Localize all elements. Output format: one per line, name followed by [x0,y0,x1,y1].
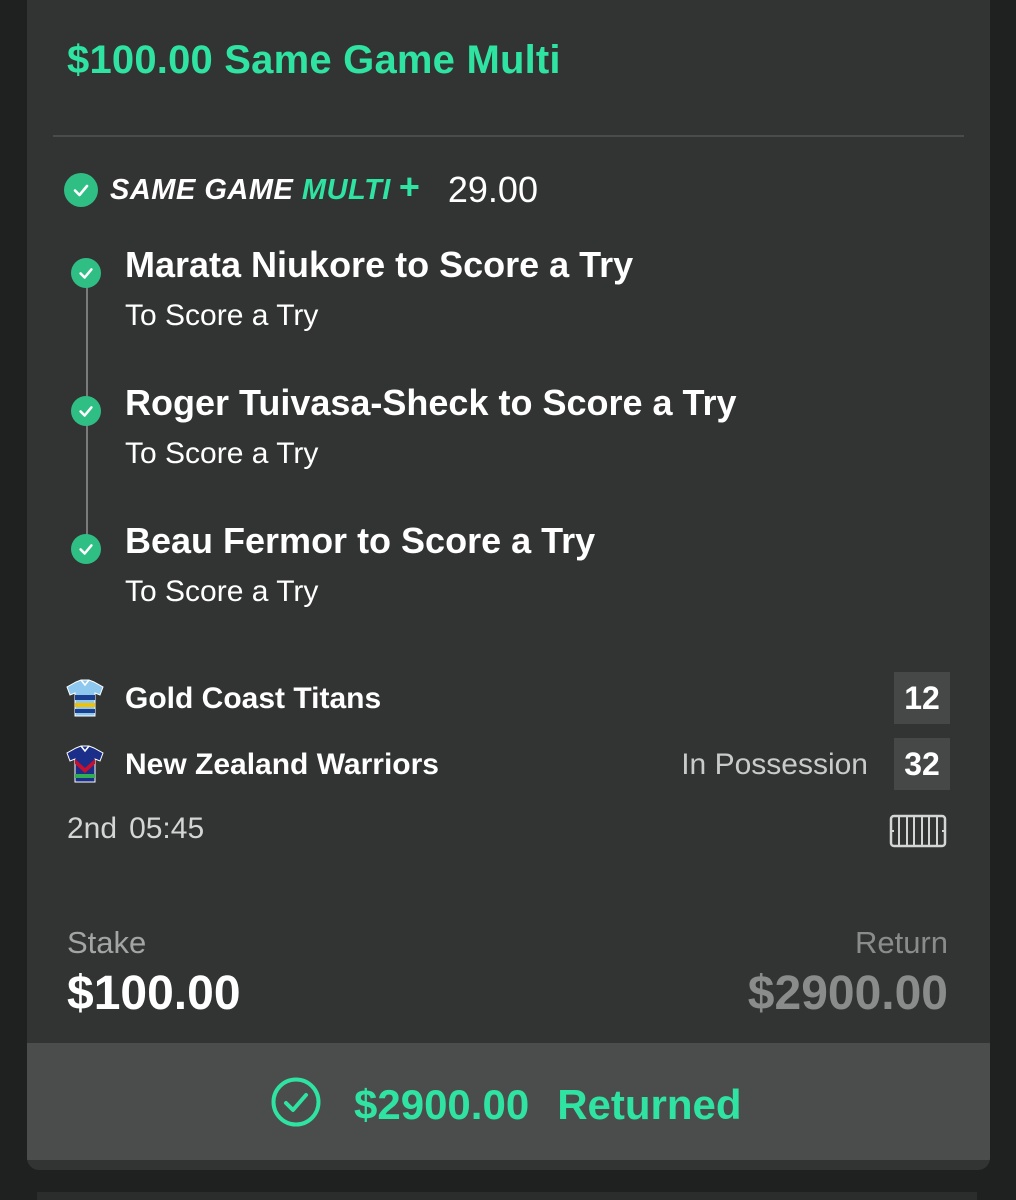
team-row-away: New Zealand Warriors In Possession 32 [65,738,950,790]
team-name: New Zealand Warriors [125,748,439,781]
leg-check-icon [71,258,101,288]
sgm-odds: 29.00 [447,169,538,210]
return-value: $2900.00 [747,967,948,1020]
team-row-home: Gold Coast Titans 12 [65,672,950,724]
bet-card: $100.00 Same Game Multi SAME GAME MULTI … [27,0,990,1170]
match-period: 2nd [67,812,118,845]
leg-market: To Score a Try [125,437,319,470]
returned-amount: $2900.00 [354,1080,530,1128]
divider [53,135,964,137]
team-score: 12 [894,672,950,724]
warriors-jersey-icon [65,744,105,784]
return-label: Return [854,925,948,960]
leg-check-icon [71,396,101,426]
leg-title: Roger Tuivasa-Sheck to Score a Try [125,382,737,423]
leg-title: Marata Niukore to Score a Try [125,244,634,285]
leg-check-icon [71,534,101,564]
leg-market: To Score a Try [125,575,319,608]
stake-label: Stake [67,925,147,960]
result-banner: $2900.00 Returned [27,1043,990,1160]
team-name: Gold Coast Titans [125,682,382,715]
leg-market: To Score a Try [125,299,319,332]
sgm-logo-prefix: SAME GAME [110,173,294,206]
field-icon[interactable] [889,814,947,848]
sgm-logo: SAME GAME MULTI [110,174,391,207]
titans-jersey-icon [65,678,105,718]
team-score: 32 [894,738,950,790]
sgm-plus-icon: + [398,166,420,207]
possession-indicator: In Possession [681,748,868,781]
match-time: 05:45 [129,812,205,845]
sgm-logo-multi: MULTI [301,173,391,206]
result-content: $2900.00 Returned [270,1076,742,1133]
check-circle-icon [64,173,98,207]
bet-title[interactable]: $100.00 Same Game Multi [67,38,561,83]
stake-value: $100.00 [67,967,241,1020]
returned-status: Returned [557,1080,742,1128]
next-card-edge [37,1192,977,1200]
leg-title: Beau Fermor to Score a Try [125,520,596,561]
sgm-header: SAME GAME MULTI + 29.00 [64,168,538,212]
returned-check-icon [270,1076,322,1133]
match-clock: 2nd 05:45 [67,812,204,846]
